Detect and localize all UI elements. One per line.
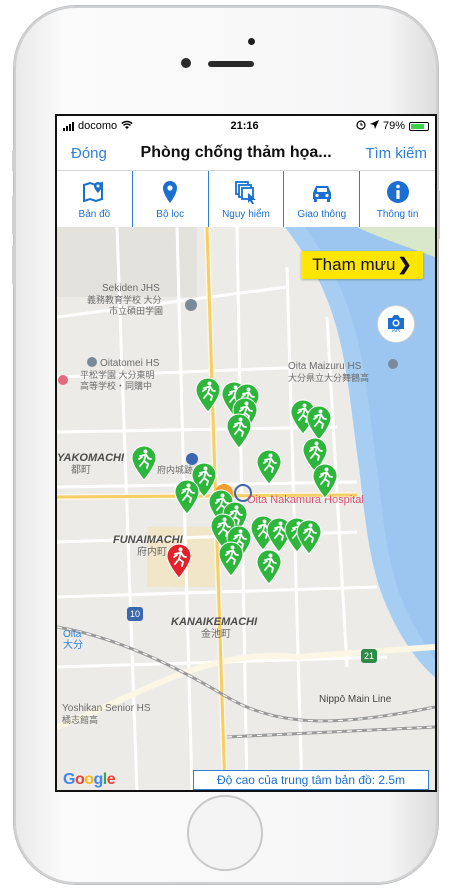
map-label-kanaikemachi-jp: 金池町 <box>201 629 231 640</box>
tab-danger-label: Nguy hiểm <box>222 208 270 220</box>
tab-map[interactable]: Bản đồ <box>57 171 133 227</box>
evacuation-site-pin[interactable] <box>255 549 283 585</box>
evacuation-site-pin[interactable] <box>255 449 283 485</box>
running-person-icon <box>166 543 192 579</box>
evacuation-site-pin[interactable] <box>130 445 158 481</box>
map-label-oitatomei-jp2: 高等学校・同購中 <box>80 381 153 391</box>
signal-icon <box>63 121 74 131</box>
location-pin-icon <box>163 180 178 203</box>
tab-filter[interactable]: Bộ lọc <box>133 171 209 227</box>
tab-traffic[interactable]: Giao thông <box>284 171 361 227</box>
map-label-yakomachi-jp: 都町 <box>71 465 91 476</box>
map-label-oita: Oita <box>63 629 82 640</box>
evacuation-site-pin[interactable] <box>173 479 201 515</box>
selected-evacuation-pin[interactable] <box>165 543 193 579</box>
map-label-sekiden: Sekiden JHS <box>102 283 160 294</box>
route-shield-21: 21 <box>361 649 377 663</box>
volume-down-button <box>12 245 16 285</box>
search-button[interactable]: Tìm kiếm <box>365 145 427 162</box>
tham-muu-label: Tham mưu <box>312 255 396 274</box>
map-label-maizuru: Oita Maizuru HS <box>288 361 362 372</box>
running-person-icon <box>296 519 322 555</box>
map-label-nippo-line: Nippō Main Line <box>319 694 392 705</box>
battery-icon <box>409 121 429 131</box>
tab-filter-label: Bộ lọc <box>156 208 185 220</box>
running-person-icon <box>312 463 338 499</box>
info-icon <box>386 180 409 203</box>
function-toolbar: Bản đồ Bộ lọc Nguy hiểm Giao thông Thông… <box>57 171 435 228</box>
front-camera <box>181 58 191 68</box>
map-label-kanaikemachi: KANAIKEMACHI <box>171 616 258 628</box>
app-screen: docomo 21:16 79% Đóng Phòng chống thảm h… <box>55 114 437 792</box>
tab-info[interactable]: Thông tin <box>360 171 435 227</box>
alarm-icon <box>356 119 366 133</box>
running-person-icon <box>256 549 282 585</box>
map-pin-icon <box>83 181 104 202</box>
proximity-sensor <box>248 38 255 45</box>
evacuation-site-pin[interactable] <box>305 405 333 441</box>
evacuation-site-pin[interactable] <box>217 541 245 577</box>
navigation-bar: Đóng Phòng chống thảm họa... Tìm kiếm <box>57 136 435 171</box>
running-person-icon <box>131 445 157 481</box>
battery-percent: 79% <box>382 120 405 132</box>
running-person-icon <box>306 405 332 441</box>
running-person-icon <box>256 449 282 485</box>
evacuation-site-pin[interactable] <box>225 413 253 449</box>
evacuation-site-pin[interactable] <box>311 463 339 499</box>
close-button[interactable]: Đóng <box>71 145 107 162</box>
running-person-icon <box>174 479 200 515</box>
chevron-right-icon: ❯ <box>397 255 412 274</box>
tab-traffic-label: Giao thông <box>297 208 347 220</box>
tab-danger[interactable]: Nguy hiểm <box>209 171 285 227</box>
google-logo: Google <box>63 771 116 788</box>
map-label-sekiden-jp2: 市立碩田学園 <box>109 306 164 316</box>
evacuation-site-pin[interactable] <box>295 519 323 555</box>
map-label-maizuru-jp: 大分県立大分舞鶴高 <box>288 373 370 383</box>
tham-muu-button[interactable]: Tham mưu ❯ <box>301 251 423 279</box>
ar-label: AR <box>391 328 401 334</box>
map-label-yoshikan-jp: 橘志館高 <box>62 715 99 725</box>
layers-cursor-icon <box>235 180 256 204</box>
running-person-icon <box>195 377 221 413</box>
tab-map-label: Bản đồ <box>78 208 111 220</box>
map-view[interactable]: Sekiden JHS 義務教育学校 大分 市立碩田学園 Oitatomei H… <box>57 227 435 790</box>
running-person-icon <box>226 413 252 449</box>
ar-camera-button[interactable]: AR <box>377 305 415 343</box>
volume-up-button <box>12 195 16 235</box>
mute-switch <box>12 150 16 172</box>
wifi-icon <box>121 120 133 133</box>
map-label-yakomachi: YAKOMACHI <box>57 452 125 464</box>
status-bar: docomo 21:16 79% <box>57 116 435 136</box>
location-arrow-icon <box>369 120 379 132</box>
map-label-sekiden-jp1: 義務教育学校 大分 <box>87 295 162 305</box>
status-time: 21:16 <box>230 120 259 132</box>
elevation-readout: Độ cao của trung tâm bản đồ: 2.5m <box>193 770 429 790</box>
page-title: Phòng chống thảm họa... <box>140 144 332 161</box>
home-button[interactable] <box>187 795 263 871</box>
car-icon <box>312 185 331 202</box>
map-label-yoshikan: Yoshikan Senior HS <box>62 703 151 714</box>
map-label-oita-jp: 大分 <box>63 640 83 651</box>
map-label-oitatomei-jp1: 平松学園 大分東明 <box>80 370 155 380</box>
map-label-oitatomei: Oitatomei HS <box>100 358 160 369</box>
map-label-nakamura-hospital: Oita Nakamura Hospital <box>247 494 364 506</box>
map-label-funaimachi-jp: 府内町 <box>137 547 167 558</box>
earpiece-speaker <box>208 61 254 67</box>
tab-info-label: Thông tin <box>376 208 419 220</box>
evacuation-site-pin[interactable] <box>194 377 222 413</box>
running-person-icon <box>218 541 244 577</box>
map-label-castle: 府内城跡 <box>157 465 194 475</box>
route-shield-10: 10 <box>127 607 143 621</box>
carrier-name: docomo <box>78 120 118 132</box>
